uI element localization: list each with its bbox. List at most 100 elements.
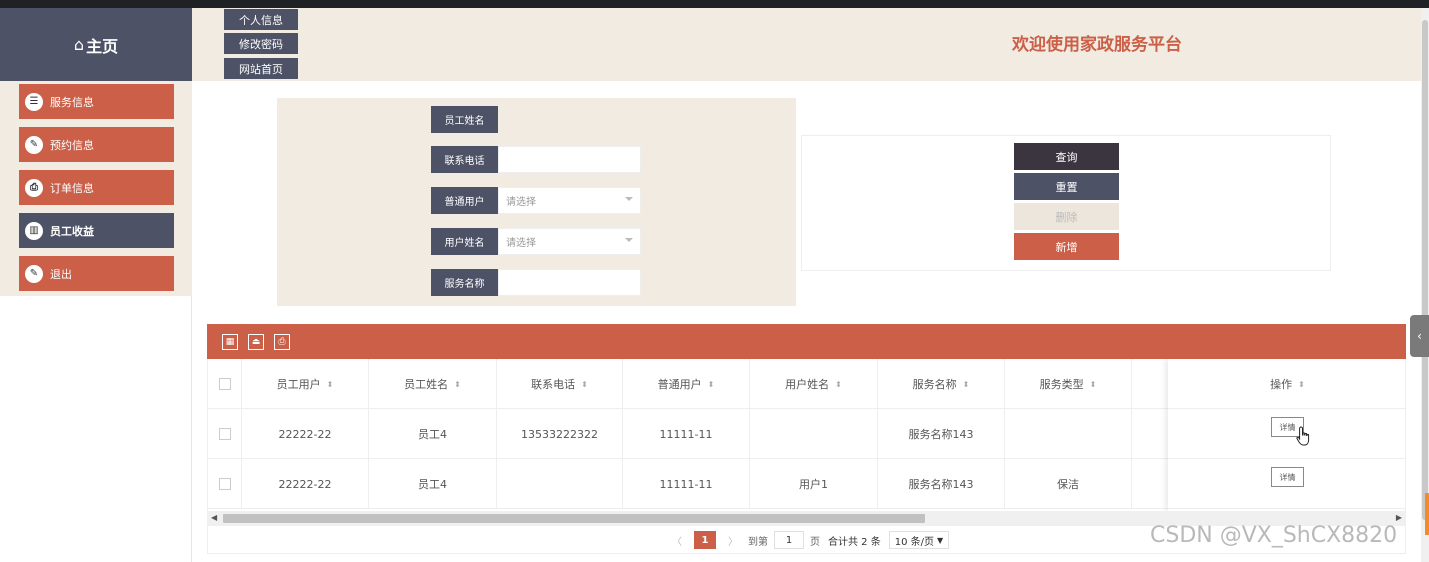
collapse-panel-tab[interactable]: ‹ bbox=[1410, 315, 1429, 357]
cell-username bbox=[750, 409, 878, 459]
detail-button[interactable]: 详情 bbox=[1271, 467, 1304, 487]
sort-icon[interactable]: ⬍ bbox=[1090, 380, 1097, 389]
sidebar-item-service-info[interactable]: ☰ 服务信息 bbox=[19, 84, 174, 119]
col-header-user[interactable]: 普通用户 ⬍ bbox=[623, 359, 750, 409]
cell-user: 11111-11 bbox=[623, 459, 750, 509]
sidebar-item-booking-info[interactable]: ✎ 预约信息 bbox=[19, 127, 174, 162]
col-header-service-type[interactable]: 服务类型 ⬍ bbox=[1005, 359, 1132, 409]
edit-icon: ✎ bbox=[25, 135, 43, 154]
col-header-label: 操作 bbox=[1270, 378, 1293, 391]
page-size-select[interactable]: 10 条/页 ▼ bbox=[888, 531, 950, 549]
page-size-value: 10 条/页 bbox=[894, 536, 935, 548]
scroll-left-icon[interactable]: ◀ bbox=[211, 513, 217, 522]
sort-icon[interactable]: ⬍ bbox=[581, 380, 588, 389]
cell-service-name: 服务名称143 bbox=[878, 409, 1005, 459]
sidebar-item-order-info[interactable]: ⎙ 订单信息 bbox=[19, 170, 174, 205]
col-header-label: 用户姓名 bbox=[785, 378, 830, 391]
col-header-label: 服务名称 bbox=[912, 378, 957, 391]
username-select-value: 请选择 bbox=[506, 238, 536, 249]
change-password-button[interactable]: 修改密码 bbox=[224, 33, 298, 54]
sidebar-divider bbox=[191, 296, 192, 562]
page-scrollbar[interactable] bbox=[1421, 8, 1429, 562]
col-header-service-name[interactable]: 服务名称 ⬍ bbox=[878, 359, 1005, 409]
row-checkbox[interactable] bbox=[218, 478, 231, 490]
search-panel: 员工姓名 联系电话 普通用户 请选择 用户姓名 请选择 服务名称 bbox=[277, 98, 796, 306]
operation-cell: 详情 bbox=[1168, 459, 1405, 509]
print-icon[interactable]: ⎙ bbox=[274, 334, 290, 350]
total-count: 合计共 2 条 bbox=[828, 536, 881, 548]
sort-icon[interactable]: ⬍ bbox=[1298, 380, 1305, 389]
home-link[interactable]: ⌂ 主页 bbox=[0, 8, 192, 81]
staff-name-label: 员工姓名 bbox=[431, 106, 498, 133]
col-header-operation: 操作 ⬍ bbox=[1168, 359, 1405, 409]
table-toolbar: ▦ ⏏ ⎙ bbox=[207, 324, 1406, 359]
sidebar-item-label: 订单信息 bbox=[50, 181, 94, 195]
sidebar-item-label: 预约信息 bbox=[50, 138, 94, 152]
data-table: 员工用户 ⬍ 员工姓名 ⬍ 联系电话 ⬍ 普通用户 ⬍ 用户姓名 ⬍ 服务名称 ⬍ 服务类型… bbox=[207, 359, 1406, 511]
operation-row: 详情 bbox=[1168, 459, 1405, 509]
goto-page-input[interactable]: 1 bbox=[774, 531, 804, 549]
phone-input[interactable] bbox=[498, 146, 641, 173]
username-select[interactable]: 请选择 bbox=[498, 228, 641, 255]
operation-header-row: 操作 ⬍ bbox=[1168, 359, 1405, 409]
hand-cursor-icon bbox=[1296, 426, 1310, 446]
prev-page-icon[interactable]: 〈 bbox=[672, 533, 682, 548]
delete-button[interactable]: 删除 bbox=[1014, 203, 1119, 230]
user-select-value: 请选择 bbox=[506, 197, 536, 208]
user-label: 普通用户 bbox=[431, 187, 498, 214]
page-label: 页 bbox=[810, 536, 820, 548]
sidebar-item-staff-earnings[interactable]: ▥ 员工收益 bbox=[19, 213, 174, 248]
col-header-label: 服务类型 bbox=[1039, 378, 1084, 391]
sort-icon[interactable]: ⬍ bbox=[454, 380, 461, 389]
export-icon[interactable]: ▦ bbox=[222, 334, 238, 350]
row-checkbox[interactable] bbox=[218, 428, 231, 440]
add-button[interactable]: 新增 bbox=[1014, 233, 1119, 260]
chevron-left-icon: ‹ bbox=[1417, 329, 1422, 343]
row-select-cell bbox=[208, 459, 242, 509]
chevron-down-icon bbox=[625, 197, 633, 201]
col-header-label: 普通用户 bbox=[657, 378, 702, 391]
query-button[interactable]: 查询 bbox=[1014, 143, 1119, 170]
profile-button[interactable]: 个人信息 bbox=[224, 9, 298, 30]
pagination: 〈 1 〉 到第 1 页 合计共 2 条 10 条/页 ▼ bbox=[668, 531, 950, 549]
service-name-label: 服务名称 bbox=[431, 269, 498, 296]
side-widget-edge[interactable] bbox=[1425, 493, 1429, 535]
site-home-button[interactable]: 网站首页 bbox=[224, 58, 298, 79]
import-icon[interactable]: ⏏ bbox=[248, 334, 264, 350]
select-all-checkbox[interactable] bbox=[218, 378, 231, 390]
col-header-username[interactable]: 用户姓名 ⬍ bbox=[750, 359, 878, 409]
next-page-icon[interactable]: 〉 bbox=[728, 533, 738, 548]
cell-staff-name: 员工4 bbox=[369, 409, 497, 459]
table-scrollbar-thumb[interactable] bbox=[223, 514, 925, 523]
sidebar-item-label: 退出 bbox=[50, 267, 72, 281]
chart-icon: ▥ bbox=[25, 221, 43, 240]
cell-staff-name: 员工4 bbox=[369, 459, 497, 509]
sort-icon[interactable]: ⬍ bbox=[708, 380, 715, 389]
col-header-label: 员工姓名 bbox=[404, 378, 449, 391]
col-header-label: 员工用户 bbox=[276, 378, 321, 391]
watermark: CSDN @VX_ShCX8820 bbox=[1150, 523, 1398, 548]
edit-icon: ✎ bbox=[25, 264, 43, 283]
phone-label: 联系电话 bbox=[431, 146, 498, 173]
col-header-phone[interactable]: 联系电话 ⬍ bbox=[497, 359, 623, 409]
reset-button[interactable]: 重置 bbox=[1014, 173, 1119, 200]
user-select[interactable]: 请选择 bbox=[498, 187, 641, 214]
welcome-title: 欢迎使用家政服务平台 bbox=[1012, 35, 1182, 55]
page-number-current[interactable]: 1 bbox=[694, 531, 716, 549]
window-top-bar bbox=[0, 0, 1429, 8]
service-name-input[interactable] bbox=[498, 269, 641, 296]
col-header-label: 联系电话 bbox=[531, 378, 576, 391]
col-header-staff-user[interactable]: 员工用户 ⬍ bbox=[242, 359, 369, 409]
row-select-cell bbox=[208, 409, 242, 459]
sidebar-item-logout[interactable]: ✎ 退出 bbox=[19, 256, 174, 291]
sort-icon[interactable]: ⬍ bbox=[327, 380, 334, 389]
sort-icon[interactable]: ⬍ bbox=[835, 380, 842, 389]
col-header-staff-name[interactable]: 员工姓名 ⬍ bbox=[369, 359, 497, 409]
sidebar-item-label: 员工收益 bbox=[50, 224, 94, 238]
page-header: 个人信息 修改密码 网站首页 欢迎使用家政服务平台 bbox=[192, 8, 1421, 81]
select-all-cell bbox=[208, 359, 242, 409]
scroll-right-icon[interactable]: ▶ bbox=[1396, 513, 1402, 522]
sort-icon[interactable]: ⬍ bbox=[963, 380, 970, 389]
page-scrollbar-thumb[interactable] bbox=[1422, 20, 1428, 520]
username-label: 用户姓名 bbox=[431, 228, 498, 255]
